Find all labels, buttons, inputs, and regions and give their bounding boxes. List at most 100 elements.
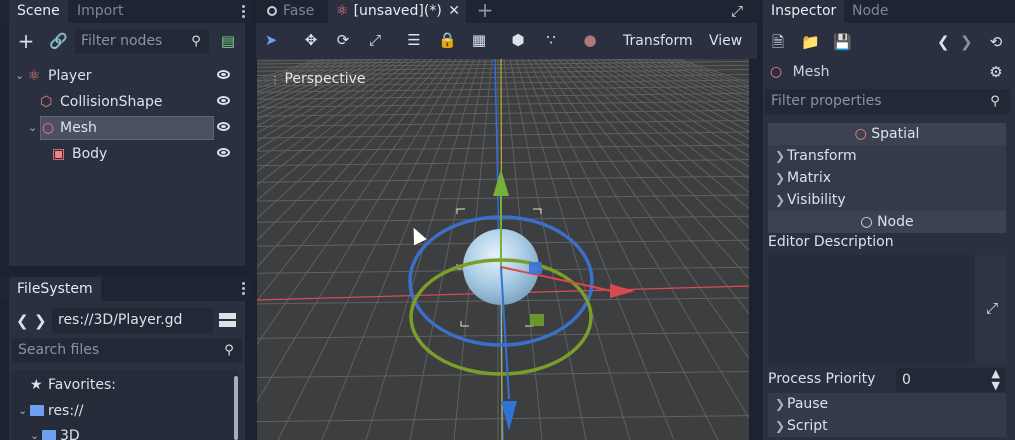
tab-filesystem[interactable]: FileSystem xyxy=(9,277,101,301)
fs-item-res[interactable]: ⌄ res:// xyxy=(18,399,228,423)
search-icon: ⚲ xyxy=(990,94,1000,109)
mesh-instance-icon: ○ xyxy=(770,64,783,80)
history-back-icon[interactable]: ❮ xyxy=(937,33,950,51)
tab-scene[interactable]: Scene xyxy=(9,0,68,23)
visibility-eye-icon[interactable] xyxy=(217,70,230,79)
split-view-icon[interactable] xyxy=(219,313,236,327)
scale-tool-icon[interactable]: ⤢ xyxy=(366,31,384,49)
folder-icon xyxy=(42,430,56,440)
prop-label: Pause xyxy=(787,396,829,412)
tree-item-player[interactable]: ⌄ ⚛ Player xyxy=(12,64,238,88)
rotate-tool-icon[interactable]: ⟳ xyxy=(334,31,352,49)
group-icon[interactable]: ▦ xyxy=(470,31,488,49)
fullscreen-icon[interactable]: ⤢ xyxy=(728,2,746,20)
prop-transform[interactable]: ❯ Transform xyxy=(768,145,1006,167)
tree-item-mesh[interactable]: ⌄ ○ Mesh xyxy=(12,116,238,140)
mesh-instance-icon: ○ xyxy=(854,126,867,142)
prop-label: Matrix xyxy=(787,170,832,186)
tab-import[interactable]: Import xyxy=(69,0,131,23)
history-icon[interactable]: ⟲ xyxy=(987,33,1005,51)
scene-dock-menu-icon[interactable] xyxy=(242,3,246,20)
visibility-eye-icon[interactable] xyxy=(217,96,230,105)
prop-label: Visibility xyxy=(787,192,846,208)
spinner-arrows-icon[interactable]: ▲ ▼ xyxy=(992,368,1000,392)
visibility-eye-icon[interactable] xyxy=(217,148,230,157)
filter-properties-input[interactable]: Filter properties xyxy=(765,89,1010,114)
scene-tab-icon xyxy=(267,6,277,16)
mesh-instance-icon: ○ xyxy=(42,120,55,136)
process-priority-spinbox[interactable]: 0 ▲ ▼ xyxy=(896,368,1006,392)
expand-text-icon[interactable]: ⤢ xyxy=(983,299,1001,317)
prop-script[interactable]: ❯ Script xyxy=(768,415,1006,437)
chevron-down-icon[interactable]: ⌄ xyxy=(18,399,27,423)
transform-gizmo[interactable] xyxy=(257,59,749,440)
tab-fase[interactable]: Fase xyxy=(259,0,322,23)
section-title: Spatial xyxy=(871,126,920,142)
spatial-node-icon: ⚛ xyxy=(336,3,349,19)
back-arrow-icon[interactable]: ❮ xyxy=(16,312,29,330)
list-select-icon[interactable]: ☰ xyxy=(405,31,423,49)
collision-shape-icon: ⬡ xyxy=(40,94,53,110)
camera-icon[interactable]: ● xyxy=(581,31,599,49)
path-field[interactable]: res://3D/Player.gd xyxy=(52,308,213,333)
lock-icon[interactable]: 🔒 xyxy=(438,31,457,49)
editor-description-field[interactable] xyxy=(768,255,1006,363)
attach-script-icon[interactable]: ▤ xyxy=(219,32,237,50)
new-resource-icon[interactable]: 🗎 xyxy=(770,33,786,51)
filesystem-scrollbar[interactable] xyxy=(234,376,238,440)
close-icon[interactable]: ✕ xyxy=(448,0,460,22)
tab-inspector[interactable]: Inspector xyxy=(763,0,845,23)
folder-icon xyxy=(30,405,44,416)
save-icon[interactable]: 💾 xyxy=(833,33,852,51)
history-forward-icon[interactable]: ❯ xyxy=(960,33,973,51)
snap-icon[interactable]: ∵ xyxy=(542,31,560,49)
prop-matrix[interactable]: ❯ Matrix xyxy=(768,167,1006,189)
chevron-right-icon: ❯ xyxy=(775,397,786,411)
plane-handle-xy[interactable] xyxy=(529,262,542,274)
add-node-icon[interactable]: + xyxy=(17,31,35,51)
link-icon[interactable]: 🔗 xyxy=(49,32,68,50)
new-tab-icon[interactable]: + xyxy=(476,0,494,20)
node-icon: ○ xyxy=(860,214,873,230)
tab-node[interactable]: Node xyxy=(844,0,897,23)
fs-item-label: res:// xyxy=(48,403,84,419)
tab-unsaved[interactable]: ⚛ [unsaved](*) ✕ xyxy=(328,0,466,23)
forward-arrow-icon[interactable]: ❯ xyxy=(34,312,47,330)
chevron-right-icon: ❯ xyxy=(775,193,786,207)
process-priority-label: Process Priority xyxy=(768,371,876,387)
tree-item-collisionshape[interactable]: ⬡ CollisionShape xyxy=(12,90,238,114)
fs-item-3d[interactable]: ⌄ 3D xyxy=(30,424,230,440)
local-space-icon[interactable]: ⬢ xyxy=(509,31,527,49)
tree-item-label: Mesh xyxy=(60,120,97,136)
prop-visibility[interactable]: ❯ Visibility xyxy=(768,189,1006,211)
object-tools-icon[interactable]: ⚙ xyxy=(987,63,1005,81)
tab-label: Fase xyxy=(283,3,315,19)
search-files-input[interactable]: Search files xyxy=(12,338,242,363)
visibility-eye-icon[interactable] xyxy=(217,122,230,131)
viewport-3d[interactable]: ⋮ Perspective xyxy=(257,59,749,440)
x-arrow-handle[interactable] xyxy=(610,284,635,298)
z-arrow-handle[interactable] xyxy=(501,401,517,431)
tree-item-body[interactable]: ▣ Body xyxy=(12,142,238,166)
fs-item-favorites[interactable]: ★ Favorites: xyxy=(30,373,230,397)
chevron-down-icon[interactable]: ⌄ xyxy=(15,64,24,88)
chevron-right-icon: ❯ xyxy=(775,149,786,163)
transform-menu[interactable]: Transform xyxy=(623,30,693,52)
chevron-down-icon[interactable]: ⌄ xyxy=(30,424,39,440)
star-icon: ★ xyxy=(30,377,43,393)
y-arrow-handle[interactable] xyxy=(493,169,509,196)
open-folder-icon[interactable]: 📁 xyxy=(801,33,820,51)
mesh-body-icon: ▣ xyxy=(52,146,66,162)
chevron-down-icon[interactable]: ⌄ xyxy=(28,116,37,140)
section-node[interactable]: ○ Node xyxy=(768,211,1006,233)
move-tool-icon[interactable]: ✥ xyxy=(302,31,320,49)
scene-tree: ⌄ ⚛ Player ⬡ CollisionShape ⌄ ○ Mesh ▣ B… xyxy=(12,63,242,263)
section-spatial[interactable]: ○ Spatial xyxy=(768,123,1006,145)
inspector-object-header[interactable]: ○ Mesh xyxy=(770,61,1010,83)
view-menu[interactable]: View xyxy=(709,30,742,52)
filesystem-dock-menu-icon[interactable] xyxy=(242,280,246,297)
plane-handle-yz[interactable] xyxy=(530,314,544,326)
select-tool-icon[interactable]: ➤ xyxy=(262,31,280,49)
prop-label: Transform xyxy=(787,148,857,164)
prop-pause[interactable]: ❯ Pause xyxy=(768,393,1006,415)
